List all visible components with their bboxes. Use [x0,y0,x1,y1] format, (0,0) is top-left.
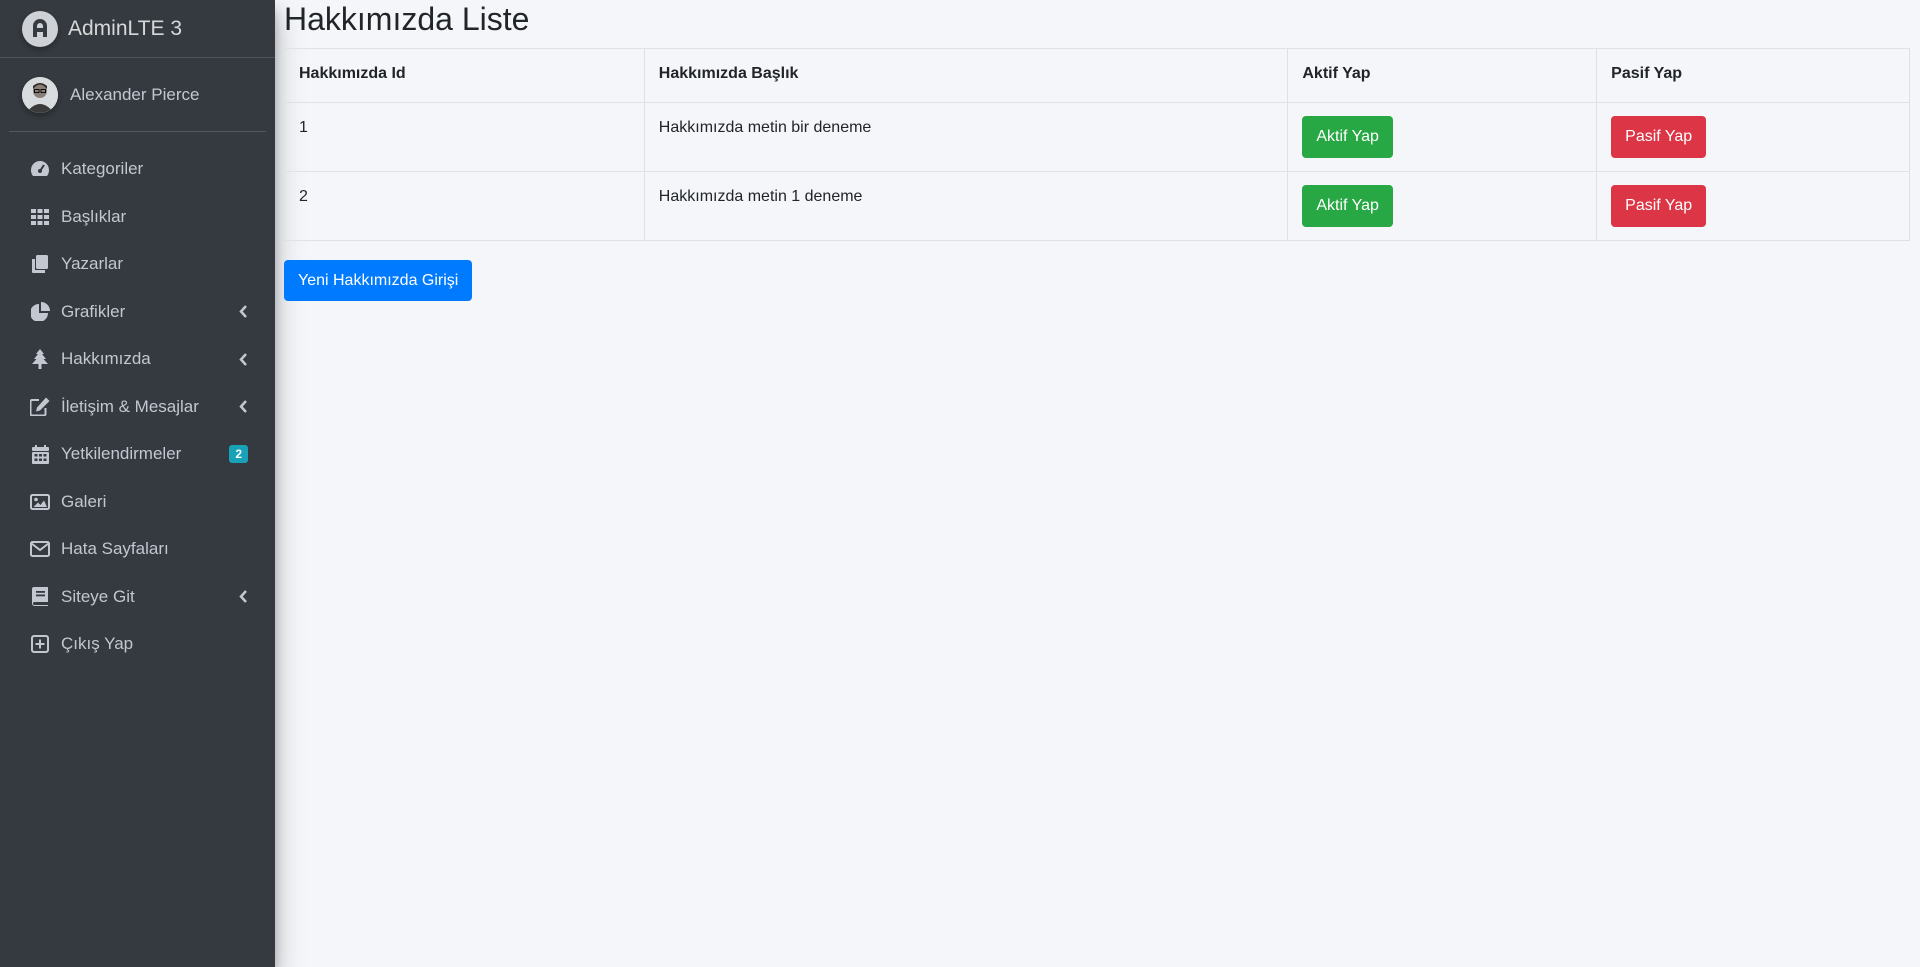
adminlte-logo-icon [22,10,58,47]
sidebar-item-yetkilendirmeler[interactable]: Yetkilendirmeler 2 [9,431,266,477]
sidebar-item-label: Başlıklar [61,206,127,226]
deactivate-button[interactable]: Pasif Yap [1611,185,1707,227]
brand-link[interactable]: AdminLTE 3 [0,0,275,58]
sidebar-item-hata-sayfalari[interactable]: Hata Sayfaları [9,526,266,572]
tree-icon [29,348,51,370]
sidebar-item-label: Yetkilendirmeler [61,444,182,463]
brand-text: AdminLTE 3 [68,16,182,40]
sidebar-item-label: Kategoriler [61,159,144,178]
sidebar-item-cikis-yap[interactable]: Çıkış Yap [9,621,266,667]
th-grid-icon [29,206,51,228]
column-header-deactivate: Pasif Yap [1596,48,1910,103]
sidebar-item-galeri[interactable]: Galeri [9,479,266,525]
chevron-left-icon[interactable] [236,400,250,414]
sidebar-item-label: Hakkımızda [61,349,151,368]
sidebar-item-label: Galeri [61,491,107,511]
cell-activate: Aktif Yap [1287,102,1598,172]
sidebar-item-label: Hata Sayfaları [61,539,169,558]
user-panel[interactable]: Alexander Pierce [9,58,266,132]
new-about-entry-button[interactable]: Yeni Hakkımızda Girişi [284,260,473,301]
plus-square-icon [29,633,51,655]
sidebar-item-label: İletişim & Mesajlar [61,396,199,416]
table-row: 2 Hakkımızda metin 1 deneme Aktif Yap Pa… [284,171,1910,241]
column-header-id: Hakkımızda Id [284,48,645,103]
content-wrapper: Hakkımızda Liste Hakkımızda Id Hakkımızd… [284,0,1910,301]
notification-badge: 2 [229,445,248,463]
sidebar-item-iletisim[interactable]: İletişim & Mesajlar [9,384,266,430]
sidebar-item-basliklar[interactable]: Başlıklar [9,194,266,240]
cell-id: 1 [284,102,645,172]
avatar [22,76,58,113]
tachometer-icon [29,158,51,180]
chevron-left-icon[interactable] [236,352,250,366]
sidebar-item-yazarlar[interactable]: Yazarlar [9,241,266,287]
about-table: Hakkımızda Id Hakkımızda Başlık Aktif Ya… [284,48,1910,241]
cell-deactivate: Pasif Yap [1596,102,1910,172]
column-header-title: Hakkımızda Başlık [643,48,1289,103]
sidebar: AdminLTE 3 Alexander Pierce Kategoriler [0,0,275,967]
image-icon [29,491,51,513]
cell-title: Hakkımızda metin 1 deneme [643,171,1289,241]
activate-button[interactable]: Aktif Yap [1302,185,1393,227]
user-name: Alexander Pierce [70,84,200,104]
chevron-left-icon[interactable] [236,305,250,319]
chevron-left-icon[interactable] [236,590,250,604]
column-header-activate: Aktif Yap [1287,48,1598,103]
page-title: Hakkımızda Liste [284,1,530,37]
sidebar-item-hakkimizda[interactable]: Hakkımızda [9,336,266,382]
cell-title: Hakkımızda metin bir deneme [643,102,1289,172]
edit-icon [29,396,51,418]
cell-activate: Aktif Yap [1287,171,1598,241]
sidebar-item-label: Grafikler [61,301,126,321]
table-header-row: Hakkımızda Id Hakkımızda Başlık Aktif Ya… [284,48,1910,103]
cell-deactivate: Pasif Yap [1596,171,1910,241]
sidebar-nav: Kategoriler Başlıklar Yazarlar Grafikler [0,146,275,667]
sidebar-item-label: Yazarlar [61,254,124,273]
sidebar-item-kategoriler[interactable]: Kategoriler [9,146,266,192]
table-row: 1 Hakkımızda metin bir deneme Aktif Yap … [284,102,1910,172]
sidebar-item-siteye-git[interactable]: Siteye Git [9,574,266,620]
book-icon [29,586,51,608]
deactivate-button[interactable]: Pasif Yap [1611,116,1707,158]
envelope-icon [29,538,51,560]
chart-pie-icon [29,301,51,323]
sidebar-item-label: Siteye Git [61,586,135,606]
cell-id: 2 [284,171,645,241]
copy-icon [29,253,51,275]
activate-button[interactable]: Aktif Yap [1302,116,1393,158]
sidebar-item-label: Çıkış Yap [61,634,134,653]
calendar-icon [29,443,51,465]
sidebar-item-grafikler[interactable]: Grafikler [9,289,266,335]
